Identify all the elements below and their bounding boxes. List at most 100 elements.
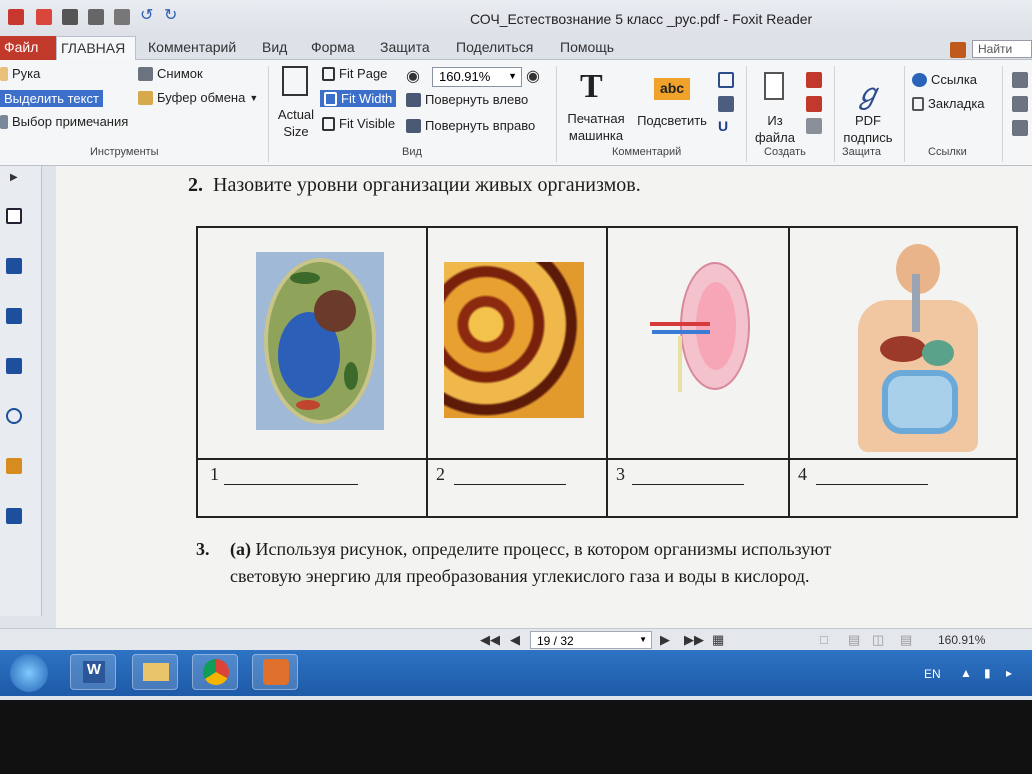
scan-icon[interactable] — [806, 72, 822, 88]
flag-icon[interactable]: ▲ — [960, 666, 972, 680]
question-2: 2. Назовите уровни организации живых орга… — [188, 174, 641, 197]
view-group-label: Вид — [402, 146, 422, 158]
actual-size-button[interactable]: Actual Size — [276, 64, 316, 140]
redo-icon[interactable]: ↻ — [164, 5, 180, 24]
separator — [904, 66, 905, 162]
zoom-in-button[interactable]: ◉ — [526, 66, 540, 86]
insert-icon[interactable] — [1012, 72, 1028, 88]
single-page-icon[interactable]: □ — [820, 632, 828, 647]
separator — [746, 66, 747, 162]
layers-icon[interactable] — [6, 258, 22, 274]
answer-blank-1[interactable] — [224, 484, 358, 485]
fit-width-button[interactable]: Fit Width — [320, 90, 397, 107]
last-page-icon[interactable]: ▶▶ — [684, 632, 704, 648]
tab-form[interactable]: Форма — [311, 39, 355, 55]
camera-icon — [138, 66, 153, 81]
pages-icon[interactable] — [6, 208, 22, 224]
from-file-label: Из файла — [754, 113, 795, 145]
zoom-select[interactable]: 160.91% ▼ — [432, 67, 522, 87]
zoom-level[interactable]: 160.91% — [938, 633, 985, 647]
cell-label-1: 1 — [210, 464, 219, 484]
lock-icon[interactable] — [6, 458, 22, 474]
network-icon[interactable]: ▮ — [984, 666, 991, 680]
continuous-icon[interactable]: ▤ — [848, 632, 860, 648]
tab-protect[interactable]: Защита — [380, 39, 430, 55]
comment-icon[interactable] — [718, 96, 734, 112]
stack-icon[interactable] — [6, 308, 22, 324]
foxit-logo-icon[interactable] — [8, 9, 24, 25]
cover-icon[interactable]: ▤ — [900, 632, 912, 648]
rotate-right-icon — [406, 118, 421, 133]
blank-page-icon[interactable] — [806, 96, 822, 112]
answer-blank-2[interactable] — [454, 484, 566, 485]
tab-view[interactable]: Вид — [262, 39, 287, 55]
highlight-button[interactable]: abc Подсветить — [634, 64, 710, 144]
expand-arrow-icon[interactable]: ▶ — [10, 172, 26, 188]
taskbar-foxit-button[interactable] — [252, 654, 298, 690]
zoom-out-button[interactable]: ◉ — [406, 66, 420, 86]
tab-home[interactable]: ГЛАВНАЯ — [56, 36, 136, 61]
taskbar-word-button[interactable]: W — [70, 654, 116, 690]
answer-blank-4[interactable] — [816, 484, 928, 485]
typewriter-button[interactable]: T Печатная машинка — [562, 64, 630, 144]
navigation-panel: ▶ — [0, 166, 42, 616]
volume-icon[interactable]: ▸ — [1006, 666, 1012, 680]
tissue-image — [444, 262, 584, 418]
tab-help[interactable]: Помощь — [560, 39, 614, 55]
taskbar-explorer-button[interactable] — [132, 654, 178, 690]
bookmark-button[interactable]: Закладка — [912, 96, 985, 111]
clipboard-button[interactable]: Буфер обмена ▼ — [138, 90, 258, 105]
language-indicator[interactable]: EN — [924, 667, 941, 681]
clipboard-page-icon[interactable] — [806, 118, 822, 134]
underline-icon[interactable]: U — [718, 118, 734, 134]
start-button-icon[interactable] — [10, 654, 48, 692]
page-number-field[interactable]: 19 / 32 ▼ — [530, 631, 652, 649]
print-icon[interactable] — [62, 9, 78, 25]
separator — [834, 66, 835, 162]
search-icon[interactable] — [950, 42, 966, 58]
tab-comment[interactable]: Комментарий — [148, 39, 236, 55]
checkbox-icon[interactable] — [114, 9, 130, 25]
rotate-right-button[interactable]: Повернуть вправо — [406, 118, 535, 133]
undo-icon[interactable]: ↺ — [140, 5, 156, 24]
hand-tool-button[interactable]: Рука — [0, 66, 40, 81]
question-3: 3. (a) Используя рисунок, определите про… — [196, 538, 831, 560]
note-icon[interactable] — [718, 72, 734, 88]
link-button[interactable]: Ссылка — [912, 72, 977, 87]
comments-panel-icon[interactable] — [6, 358, 22, 374]
cell-label-2: 2 — [436, 464, 445, 484]
taskbar-chrome-button[interactable] — [192, 654, 238, 690]
open-icon[interactable] — [36, 9, 52, 25]
pdf-sign-label: PDF подпись — [843, 113, 893, 145]
next-page-icon[interactable]: ▶ — [660, 632, 670, 648]
snapshot-button[interactable]: Снимок — [138, 66, 203, 81]
answer-blank-3[interactable] — [632, 484, 744, 485]
search-input[interactable]: Найти — [972, 40, 1032, 58]
tab-file[interactable]: Файл — [0, 36, 56, 60]
first-page-icon[interactable]: ◀◀ — [480, 632, 500, 648]
facing-icon[interactable]: ◫ — [872, 632, 884, 648]
table-divider — [788, 228, 790, 516]
highlight-label: Подсветить — [637, 113, 707, 128]
image-icon[interactable] — [1012, 96, 1028, 112]
paperclip-icon[interactable] — [6, 408, 22, 424]
tab-share[interactable]: Поделиться — [456, 39, 533, 55]
protect-group-label: Защита — [842, 146, 881, 158]
pdf-sign-button[interactable]: ℊ PDF подпись — [838, 64, 898, 145]
page-view-icon[interactable]: ▦ — [712, 632, 724, 648]
fit-visible-button[interactable]: Fit Visible — [322, 116, 395, 131]
separator — [556, 66, 557, 162]
separator — [1002, 66, 1003, 162]
prev-page-icon[interactable]: ◀ — [510, 632, 520, 648]
save-icon[interactable] — [88, 9, 104, 25]
attachment-icon[interactable] — [1012, 120, 1028, 136]
signature-icon[interactable] — [6, 508, 22, 524]
fit-page-button[interactable]: Fit Page — [322, 66, 387, 81]
from-file-button[interactable]: Из файла — [750, 64, 800, 145]
select-text-button[interactable]: Выделить текст — [0, 90, 103, 107]
comment-group-label: Комментарий — [612, 146, 682, 158]
rotate-left-button[interactable]: Повернуть влево — [406, 92, 528, 107]
select-annotation-button[interactable]: Выбор примечания — [0, 114, 128, 129]
typewriter-label: Печатная машинка — [567, 111, 625, 143]
status-bar: ◀◀ ◀ 19 / 32 ▼ ▶ ▶▶ ▦ □ ▤ ◫ ▤ 160.91% — [0, 628, 1032, 650]
